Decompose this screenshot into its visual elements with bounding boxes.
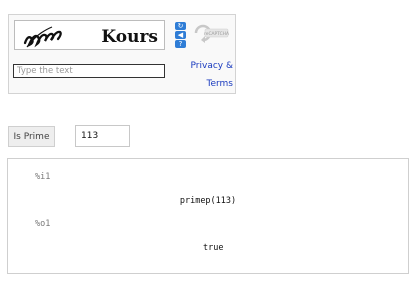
input-label: %i1 (35, 172, 51, 182)
recaptcha-widget: Kours ↻ ◀ ? reCAPTCHA Privacy & Terms (8, 14, 236, 94)
recaptcha-links: Privacy & Terms (181, 57, 233, 93)
input-expression: primep(113) (179, 196, 237, 206)
number-input[interactable] (75, 125, 130, 147)
terms-link[interactable]: Terms (206, 79, 233, 89)
output-panel: %i1 primep(113) %o1 true (7, 158, 409, 274)
help-icon[interactable]: ? (175, 40, 186, 48)
output-value: true (203, 243, 224, 253)
output-label: %o1 (35, 219, 51, 229)
recaptcha-logo-text: reCAPTCHA (204, 31, 229, 37)
captcha-image: Kours (14, 20, 165, 50)
privacy-link[interactable]: Privacy & (191, 61, 233, 71)
captcha-response-input[interactable] (13, 64, 165, 78)
captcha-controls: ↻ ◀ ? (175, 22, 186, 49)
recaptcha-logo-icon: reCAPTCHA (192, 22, 230, 44)
captcha-word: Kours (101, 27, 158, 47)
is-prime-button[interactable]: Is Prime (8, 126, 55, 147)
